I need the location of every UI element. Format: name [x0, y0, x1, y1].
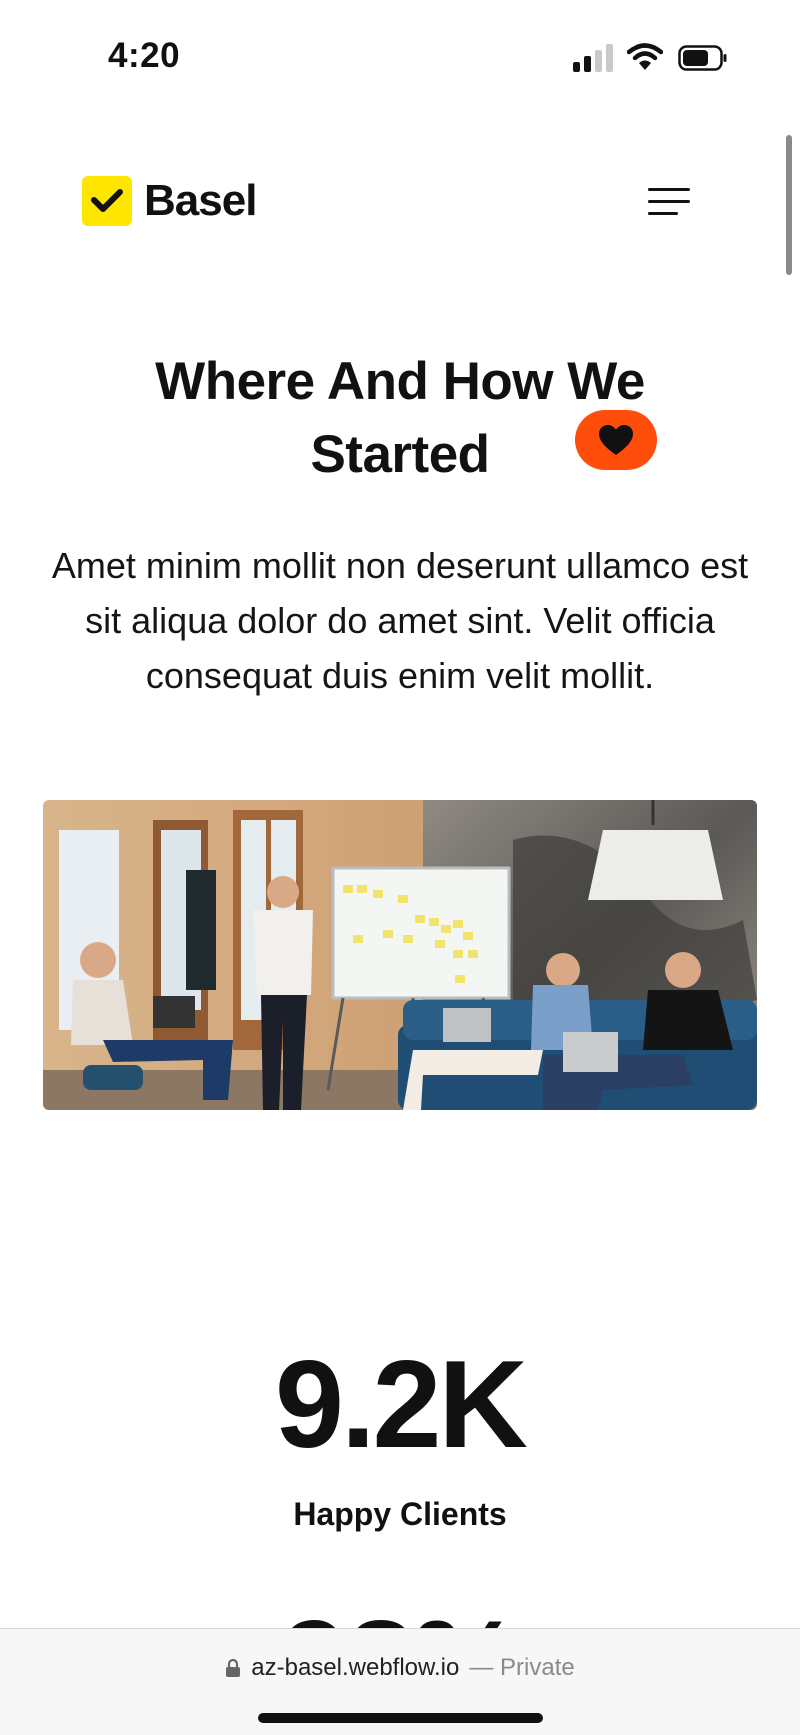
signal-icon [573, 44, 613, 72]
hero-description: Amet minim mollit non deserunt ullamco e… [51, 545, 749, 696]
home-indicator[interactable] [258, 1713, 543, 1723]
wifi-icon [627, 43, 663, 70]
team-meeting-photo [43, 800, 757, 1110]
check-icon [82, 176, 132, 226]
stat-value: 9.2K [275, 1336, 528, 1474]
logo[interactable]: Basel [82, 176, 257, 226]
logo-text: Basel [144, 176, 257, 225]
private-label: — Private [469, 1654, 575, 1681]
scrollbar[interactable] [786, 135, 792, 275]
menu-icon[interactable] [648, 188, 694, 222]
page-title-line-1: Where And How We [155, 352, 645, 411]
heart-badge [575, 410, 657, 470]
lock-icon [226, 1658, 241, 1677]
page-title: Where And How We Started [0, 345, 800, 491]
status-bar: 4:20 [0, 0, 800, 110]
battery-icon [678, 45, 727, 71]
browser-address-bar[interactable]: az-basel.webflow.io — Private [0, 1628, 800, 1735]
url-row[interactable]: az-basel.webflow.io — Private [0, 1654, 800, 1682]
status-time: 4:20 [108, 36, 181, 75]
url-text: az-basel.webflow.io [251, 1654, 460, 1681]
page-title-line-2: Started [310, 425, 490, 484]
heart-icon [599, 425, 633, 455]
stat-label: Happy Clients [293, 1496, 507, 1532]
